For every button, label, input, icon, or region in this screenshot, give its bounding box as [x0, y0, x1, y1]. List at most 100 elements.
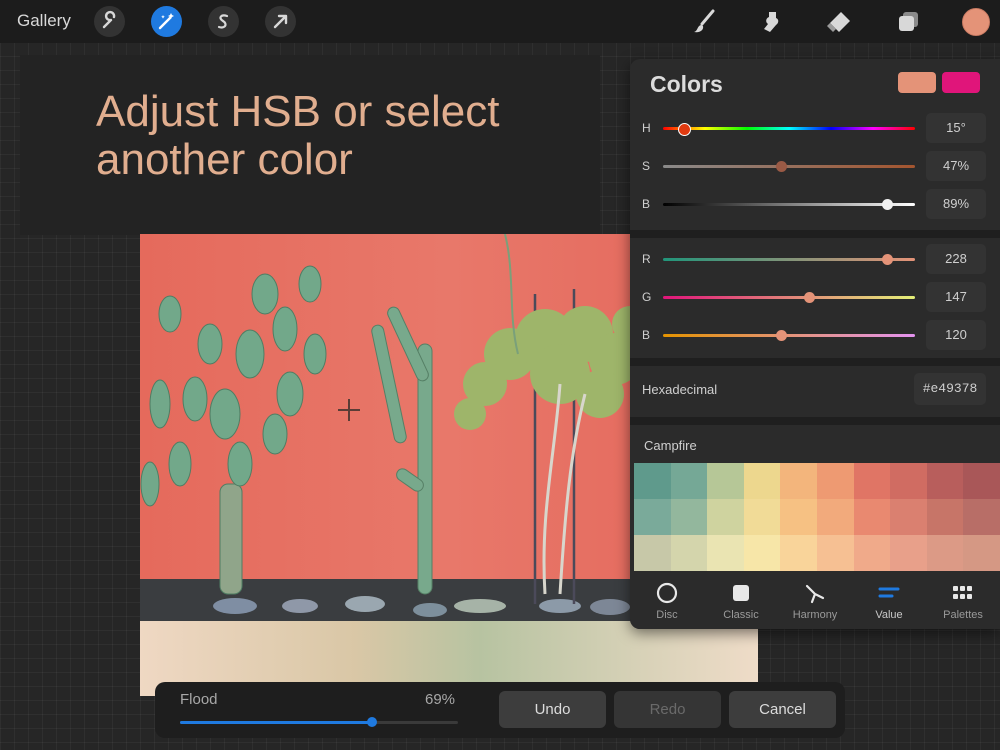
- blue-value-field[interactable]: 120: [926, 320, 986, 350]
- wrench-icon[interactable]: [94, 6, 125, 37]
- palette-swatch[interactable]: [817, 499, 854, 535]
- palette-swatch[interactable]: [926, 535, 964, 571]
- palette-swatch[interactable]: [926, 463, 964, 499]
- palette-swatch[interactable]: [963, 535, 1000, 571]
- palette-swatch[interactable]: [634, 499, 671, 535]
- palette-swatch[interactable]: [890, 463, 928, 499]
- palette-swatch[interactable]: [963, 463, 1000, 499]
- saturation-slider[interactable]: [663, 161, 915, 172]
- classic-square-icon: [730, 582, 752, 604]
- tab-disc[interactable]: Disc: [630, 571, 704, 629]
- blue-slider[interactable]: [663, 330, 915, 341]
- blue-label: B: [642, 328, 651, 342]
- brightness-slider[interactable]: [663, 199, 915, 210]
- transform-arrow-icon[interactable]: [265, 6, 296, 37]
- red-slider-knob[interactable]: [882, 254, 894, 265]
- current-color-swatch[interactable]: [898, 72, 936, 93]
- palette-swatch[interactable]: [926, 499, 964, 535]
- brightness-value-field[interactable]: 89%: [926, 189, 986, 219]
- tab-value-label: Value: [875, 609, 903, 621]
- tab-harmony-label: Harmony: [792, 609, 838, 621]
- flood-slider-fill: [180, 721, 372, 724]
- palette-swatch[interactable]: [853, 535, 891, 571]
- palette-swatch[interactable]: [963, 499, 1000, 535]
- palette-swatch[interactable]: [890, 499, 928, 535]
- current-color-button[interactable]: [962, 8, 990, 36]
- tab-disc-label: Disc: [656, 609, 678, 621]
- flood-label: Flood: [180, 691, 218, 708]
- brightness-label: B: [642, 197, 651, 211]
- red-slider[interactable]: [663, 254, 915, 265]
- colors-panel: Colors H 15° S 47% B 89% R 228 G 147 B 1…: [630, 59, 1000, 629]
- gallery-button[interactable]: Gallery: [17, 11, 71, 31]
- palette-swatch[interactable]: [780, 463, 818, 499]
- flood-value: 69%: [425, 691, 456, 708]
- palette-swatch[interactable]: [707, 463, 745, 499]
- flood-slider[interactable]: [180, 717, 458, 727]
- blue-slider-knob[interactable]: [776, 330, 788, 341]
- hexadecimal-label: Hexadecimal: [642, 382, 718, 397]
- palette-swatch[interactable]: [670, 463, 708, 499]
- palette-name: Campfire: [644, 438, 697, 453]
- tab-value[interactable]: Value: [852, 571, 926, 629]
- hue-value-field[interactable]: 15°: [926, 113, 986, 143]
- top-toolbar: Gallery: [0, 0, 1000, 43]
- saturation-value-field[interactable]: 47%: [926, 151, 986, 181]
- campfire-palette: [634, 463, 1000, 571]
- magic-wand-icon[interactable]: [151, 6, 182, 37]
- saturation-slider-knob[interactable]: [776, 161, 788, 172]
- palette-swatch[interactable]: [817, 463, 854, 499]
- tab-classic-label: Classic: [723, 609, 759, 621]
- section-divider: [630, 417, 1000, 425]
- green-slider[interactable]: [663, 292, 915, 303]
- tab-harmony[interactable]: Harmony: [778, 571, 852, 629]
- hue-slider-knob[interactable]: [678, 123, 692, 136]
- hex-input[interactable]: #e49378: [914, 373, 986, 405]
- palette-swatch[interactable]: [853, 499, 891, 535]
- palette-swatch[interactable]: [743, 499, 781, 535]
- saturation-label: S: [642, 159, 651, 173]
- hue-label: H: [642, 121, 651, 135]
- hint-text: Adjust HSB or select another color: [96, 87, 500, 184]
- palette-swatch[interactable]: [670, 535, 708, 571]
- palette-swatch[interactable]: [707, 535, 745, 571]
- palette-swatch[interactable]: [743, 535, 781, 571]
- brush-icon[interactable]: [690, 6, 721, 37]
- value-sliders-icon: [878, 582, 900, 604]
- red-value-field[interactable]: 228: [926, 244, 986, 274]
- harmony-icon: [804, 582, 826, 604]
- smudge-icon[interactable]: [756, 6, 787, 37]
- cancel-button[interactable]: Cancel: [729, 691, 836, 728]
- palette-swatch[interactable]: [743, 463, 781, 499]
- color-picker-crosshair[interactable]: [338, 399, 360, 421]
- eraser-icon[interactable]: [823, 6, 854, 37]
- tab-classic[interactable]: Classic: [704, 571, 778, 629]
- green-value-field[interactable]: 147: [926, 282, 986, 312]
- tab-palettes-label: Palettes: [943, 609, 983, 621]
- previous-color-swatch[interactable]: [942, 72, 980, 93]
- palette-swatch[interactable]: [853, 463, 891, 499]
- brightness-slider-knob[interactable]: [882, 199, 894, 210]
- green-slider-knob[interactable]: [804, 292, 816, 303]
- layers-icon[interactable]: [893, 6, 924, 37]
- selection-s-icon[interactable]: [208, 6, 239, 37]
- disc-icon: [656, 582, 678, 604]
- red-label: R: [642, 252, 651, 266]
- palette-swatch[interactable]: [890, 535, 928, 571]
- palette-swatch[interactable]: [780, 499, 818, 535]
- colors-panel-title: Colors: [650, 71, 723, 97]
- palettes-grid-icon: [952, 582, 974, 604]
- palette-swatch[interactable]: [634, 463, 671, 499]
- palette-swatch[interactable]: [634, 535, 671, 571]
- redo-button[interactable]: Redo: [614, 691, 721, 728]
- section-divider: [630, 230, 1000, 238]
- hue-slider[interactable]: [663, 123, 915, 136]
- tab-palettes[interactable]: Palettes: [926, 571, 1000, 629]
- palette-swatch[interactable]: [707, 499, 745, 535]
- color-mode-tabs: Disc Classic Harmony Value Palettes: [630, 571, 1000, 629]
- undo-button[interactable]: Undo: [499, 691, 606, 728]
- flood-slider-knob[interactable]: [366, 717, 377, 727]
- palette-swatch[interactable]: [817, 535, 854, 571]
- palette-swatch[interactable]: [780, 535, 818, 571]
- palette-swatch[interactable]: [670, 499, 708, 535]
